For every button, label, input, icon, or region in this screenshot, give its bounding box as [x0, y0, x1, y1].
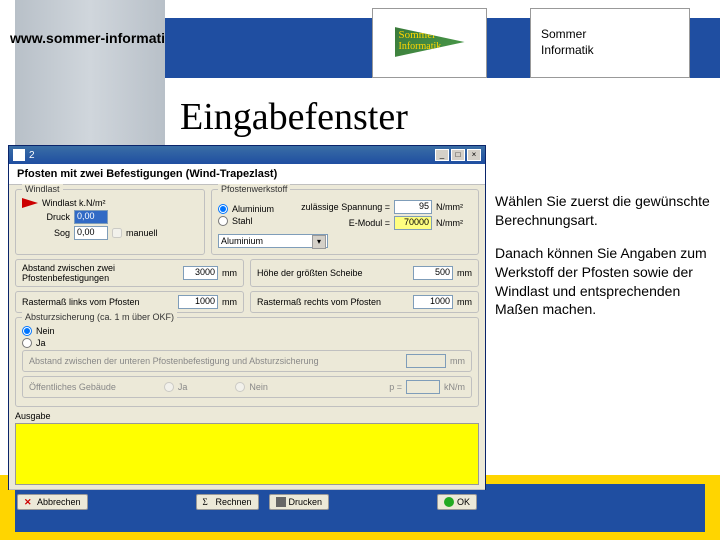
- raster-rechts-label: Rastermaß rechts vom Pfosten: [257, 297, 381, 307]
- druck-label: Druck: [22, 212, 70, 222]
- spannung-input[interactable]: 95: [394, 200, 432, 214]
- spannung-unit: N/mm²: [436, 202, 463, 212]
- windlast-group-label: Windlast: [22, 184, 63, 194]
- windlast-label: Windlast k.N/m²: [42, 198, 106, 208]
- werkstoff-group-label: Pfostenwerkstoff: [218, 184, 290, 194]
- hoehe-scheibe-label: Höhe der größten Scheibe: [257, 268, 363, 278]
- logo-flag-box: [372, 8, 487, 78]
- absturz-nein-label: Nein: [36, 326, 55, 336]
- print-icon: [276, 497, 286, 507]
- dialog-icon: [13, 149, 25, 161]
- abstand-unten-input: [406, 354, 446, 368]
- dialog-titlebar[interactable]: 2 _ □ ×: [9, 146, 485, 164]
- radio-stahl[interactable]: [218, 216, 228, 226]
- side-description: Wählen Sie zuerst die gewünschte Berechn…: [495, 192, 710, 333]
- emodul-unit: N/mm²: [436, 218, 463, 228]
- flag-icon: [22, 198, 38, 208]
- dialog-window-title: 2: [29, 150, 35, 161]
- radio-aluminium[interactable]: [218, 204, 228, 214]
- werkstoff-combo[interactable]: Aluminium: [218, 234, 328, 248]
- logo-text-box: Sommer Informatik: [530, 8, 690, 78]
- mm-unit-1: mm: [222, 268, 237, 278]
- row-raster-rechts: Rastermaß rechts vom Pfosten 1000 mm: [250, 291, 479, 313]
- sigma-icon: Σ: [203, 497, 213, 507]
- mm-unit-3: mm: [222, 297, 237, 307]
- page-title: Eingabefenster: [180, 95, 408, 139]
- dialog-button-bar: ✕Abbrechen ΣRechnen Drucken OK: [9, 489, 485, 514]
- minimize-button[interactable]: _: [435, 149, 449, 161]
- row-raster-links: Rastermaß links vom Pfosten 1000 mm: [15, 291, 244, 313]
- radio-stahl-label: Stahl: [232, 216, 253, 226]
- sog-input[interactable]: 0,00: [74, 226, 108, 240]
- dialog-heading: Pfosten mit zwei Befestigungen (Wind-Tra…: [9, 164, 485, 185]
- absturz-group: Absturzsicherung (ca. 1 m über OKF) Nein…: [15, 317, 479, 407]
- ausgabe-label: Ausgabe: [15, 411, 51, 421]
- input-dialog: 2 _ □ × Pfosten mit zwei Befestigungen (…: [8, 145, 486, 490]
- p-input: [406, 380, 440, 394]
- absturz-radio-ja[interactable]: [22, 338, 32, 348]
- logo-text: Sommer Informatik: [541, 27, 594, 58]
- radio-aluminium-label: Aluminium: [232, 204, 274, 214]
- logo-flag-icon: [395, 27, 465, 57]
- row-abstand-unten: Abstand zwischen der unteren Pfostenbefe…: [22, 350, 472, 372]
- x-icon: ✕: [24, 497, 34, 507]
- sog-label: Sog: [22, 228, 70, 238]
- close-button[interactable]: ×: [467, 149, 481, 161]
- output-area: [15, 423, 479, 485]
- raster-links-input[interactable]: 1000: [178, 295, 218, 309]
- ok-button[interactable]: OK: [437, 494, 477, 510]
- raster-links-label: Rastermaß links vom Pfosten: [22, 297, 140, 307]
- ok-icon: [444, 497, 454, 507]
- absturz-group-label: Absturzsicherung (ca. 1 m über OKF): [22, 312, 177, 322]
- abbrechen-button[interactable]: ✕Abbrechen: [17, 494, 88, 510]
- side-p2: Danach können Sie Angaben zum Werkstoff …: [495, 244, 710, 320]
- abstand-befest-input[interactable]: 3000: [183, 266, 218, 280]
- mm-unit-4: mm: [457, 297, 472, 307]
- row-abstand-befest: Abstand zwischen zwei Pfostenbefestigung…: [15, 259, 244, 287]
- werkstoff-group: Pfostenwerkstoff Aluminium Stahl zulässi…: [211, 189, 479, 255]
- hoehe-scheibe-input[interactable]: 500: [413, 266, 453, 280]
- drucken-button[interactable]: Drucken: [269, 494, 330, 510]
- gebaeude-radio-nein: [235, 382, 245, 392]
- gebaeude-ja-label: Ja: [178, 382, 188, 392]
- emodul-input[interactable]: 70000: [394, 216, 432, 230]
- absturz-ja-label: Ja: [36, 338, 46, 348]
- side-p1: Wählen Sie zuerst die gewünschte Berechn…: [495, 192, 710, 230]
- emodul-label: E-Modul =: [294, 218, 390, 228]
- manuell-checkbox: [112, 228, 122, 238]
- abstand-befest-label: Abstand zwischen zwei Pfostenbefestigung…: [22, 263, 175, 283]
- row-gebaeude: Öffentliches Gebäude Ja Nein p = kN/m: [22, 376, 472, 398]
- mm-unit-2: mm: [457, 268, 472, 278]
- abstand-unten-unit: mm: [450, 356, 465, 366]
- abstand-unten-label: Abstand zwischen der unteren Pfostenbefe…: [29, 356, 319, 366]
- row-hoehe-scheibe: Höhe der größten Scheibe 500 mm: [250, 259, 479, 287]
- gebaeude-label: Öffentliches Gebäude: [29, 382, 116, 392]
- druck-input[interactable]: 0,00: [74, 210, 108, 224]
- maximize-button[interactable]: □: [451, 149, 465, 161]
- manuell-label: manuell: [126, 228, 158, 238]
- p-label: p =: [389, 382, 402, 392]
- gebaeude-radio-ja: [164, 382, 174, 392]
- p-unit: kN/m: [444, 382, 465, 392]
- spannung-label: zulässige Spannung =: [294, 202, 390, 212]
- windlast-group: Windlast Windlast k.N/m² Druck 0,00 Sog …: [15, 189, 205, 255]
- rechnen-button[interactable]: ΣRechnen: [196, 494, 259, 510]
- gebaeude-nein-label: Nein: [249, 382, 268, 392]
- raster-rechts-input[interactable]: 1000: [413, 295, 453, 309]
- absturz-radio-nein[interactable]: [22, 326, 32, 336]
